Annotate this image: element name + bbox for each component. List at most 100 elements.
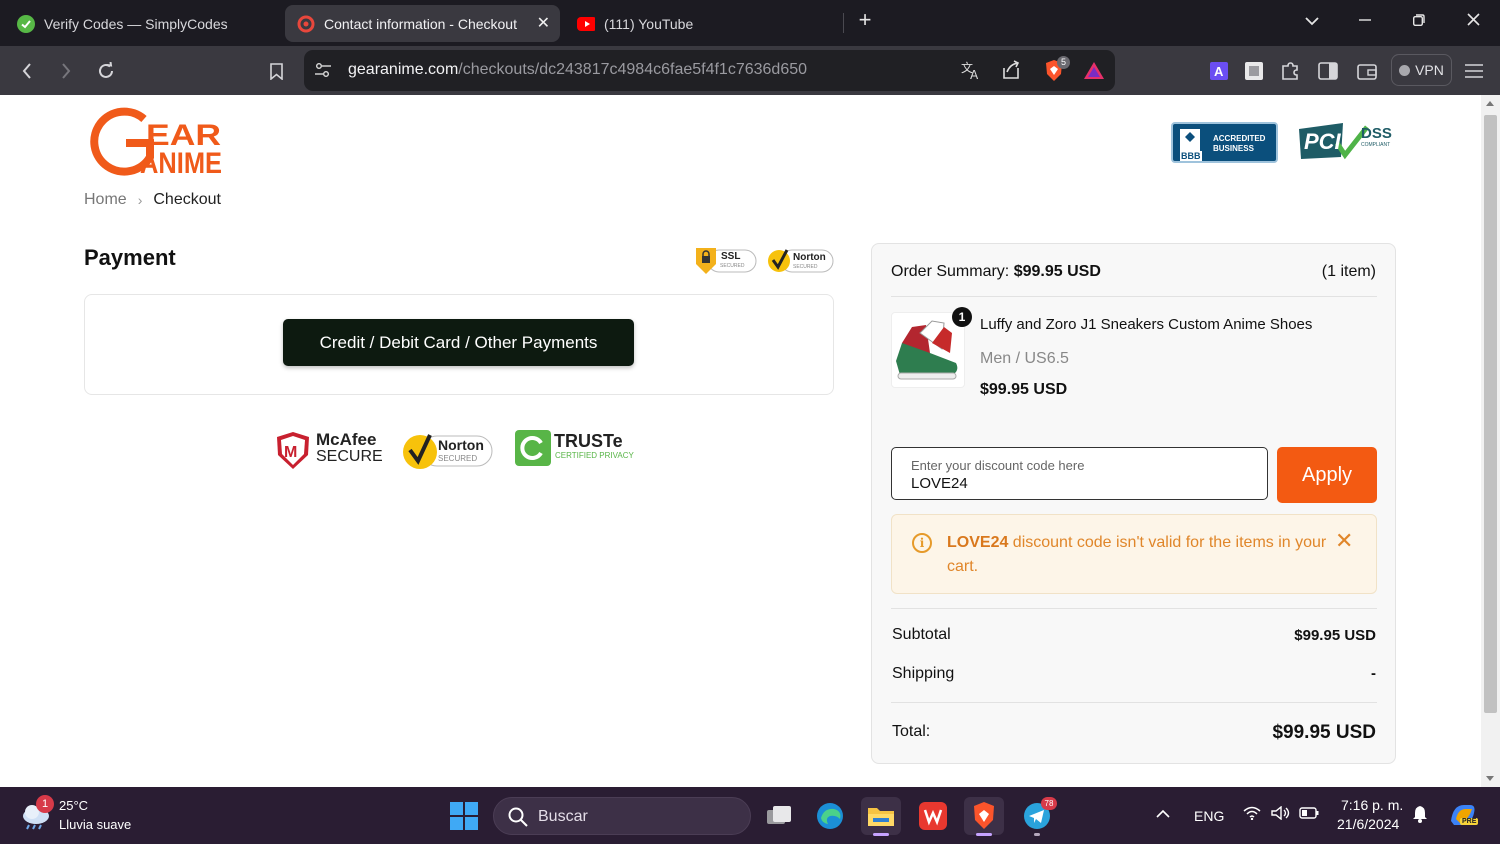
show-hidden-icons-chevron-icon[interactable] xyxy=(1156,806,1170,822)
pci-dss-badge[interactable]: PCI DSS COMPLIANT xyxy=(1297,121,1397,163)
page-scrollbar[interactable] xyxy=(1481,95,1500,787)
windows-taskbar: 1 25°C Lluvia suave Buscar 78 ENG 7:16 p… xyxy=(0,787,1500,844)
truste-icon xyxy=(515,430,551,466)
mcafee-shield-icon: M xyxy=(277,432,309,469)
order-summary-amount: $99.95 USD xyxy=(1013,263,1101,280)
weather-description[interactable]: Lluvia suave xyxy=(59,817,131,832)
brave-browser-icon[interactable] xyxy=(964,797,1004,836)
sidebar-toggle-icon[interactable] xyxy=(1315,58,1341,84)
language-indicator[interactable]: ENG xyxy=(1194,808,1224,824)
taskbar-search[interactable]: Buscar xyxy=(493,797,751,835)
wallet-icon[interactable] xyxy=(1354,58,1380,84)
restore-icon[interactable] xyxy=(1404,10,1434,31)
extension-a-icon[interactable]: A xyxy=(1206,58,1232,84)
credit-debit-card-button[interactable]: Credit / Debit Card / Other Payments xyxy=(283,319,634,366)
svg-text:A: A xyxy=(970,68,979,80)
tab-title: (111) YouTube xyxy=(604,15,694,32)
norton-label: Norton xyxy=(793,252,826,263)
shields-count-badge: 5 xyxy=(1057,56,1070,69)
divider xyxy=(891,702,1377,703)
tab-checkout[interactable]: Contact information - Checkout ✕ xyxy=(285,5,560,42)
order-summary-label: Order Summary: xyxy=(891,263,1010,280)
minimize-icon[interactable] xyxy=(1350,10,1380,31)
share-icon[interactable] xyxy=(1001,60,1021,85)
tab-simplycodes[interactable]: Verify Codes — SimplyCodes xyxy=(5,5,275,42)
truste-top: TRUSTe xyxy=(554,431,623,451)
tab-youtube[interactable]: (111) YouTube xyxy=(565,5,835,42)
gearanime-logo[interactable]: EAR ANIME xyxy=(88,107,228,180)
svg-text:A: A xyxy=(1214,64,1224,79)
divider xyxy=(891,608,1377,609)
telegram-badge: 78 xyxy=(1041,797,1057,810)
product-price: $99.95 USD xyxy=(980,381,1068,398)
copilot-icon[interactable]: PRE xyxy=(1448,801,1479,832)
translate-icon[interactable]: 文A xyxy=(961,60,983,85)
bookmark-icon[interactable] xyxy=(263,58,289,84)
alert-message: LOVE24 discount code isn't valid for the… xyxy=(947,531,1327,579)
extensions-puzzle-icon[interactable] xyxy=(1277,58,1303,84)
new-tab-icon[interactable]: + xyxy=(850,7,880,33)
svg-text:M: M xyxy=(284,444,297,461)
scroll-up-arrow-icon[interactable] xyxy=(1486,101,1494,106)
search-icon xyxy=(508,807,528,832)
product-variant: Men / US6.5 xyxy=(980,350,1069,367)
truste-bottom: CERTIFIED PRIVACY xyxy=(555,451,634,460)
running-indicator xyxy=(976,833,992,836)
apply-discount-button[interactable]: Apply xyxy=(1277,447,1377,503)
file-explorer-icon[interactable] xyxy=(861,797,901,836)
breadcrumb-current: Checkout xyxy=(153,191,221,208)
scroll-down-arrow-icon[interactable] xyxy=(1486,776,1494,781)
browser-tab-bar: Verify Codes — SimplyCodes Contact infor… xyxy=(0,0,1500,46)
divider xyxy=(891,296,1377,297)
reload-icon[interactable] xyxy=(93,58,119,84)
temperature[interactable]: 25°C xyxy=(59,798,88,813)
close-tab-icon[interactable]: ✕ xyxy=(537,13,550,33)
vpn-button[interactable]: VPN xyxy=(1391,54,1452,86)
breadcrumb-home[interactable]: Home xyxy=(84,191,127,209)
extension-image-icon[interactable] xyxy=(1241,58,1267,84)
task-view-icon[interactable] xyxy=(759,797,799,835)
search-placeholder: Buscar xyxy=(538,808,588,825)
discount-code-field[interactable]: Enter your discount code here LOVE24 xyxy=(891,447,1268,500)
ssl-sub: SECURED xyxy=(720,263,745,269)
address-bar[interactable]: gearanime.com/checkouts/dc243817c4984c6f… xyxy=(304,50,1115,91)
bbb-short: BBB xyxy=(1180,151,1202,161)
edge-browser-icon[interactable] xyxy=(810,797,850,835)
subtotal-value: $99.95 USD xyxy=(1294,627,1376,644)
payment-options-box: Credit / Debit Card / Other Payments xyxy=(84,294,834,395)
pci-dss-text: DSS xyxy=(1361,125,1392,142)
bbb-accredited-badge[interactable]: BBB ACCREDITED BUSINESS xyxy=(1171,122,1278,163)
menu-hamburger-icon[interactable] xyxy=(1461,58,1487,84)
site-settings-icon[interactable] xyxy=(314,62,332,83)
forward-icon[interactable] xyxy=(53,58,79,84)
info-icon: i xyxy=(912,533,932,553)
tab-separator xyxy=(843,13,844,33)
scrollbar-thumb[interactable] xyxy=(1484,115,1497,713)
total-value: $99.95 USD xyxy=(1272,722,1376,743)
tab-list-chevron-icon[interactable] xyxy=(1297,10,1327,31)
url-text[interactable]: gearanime.com/checkouts/dc243817c4984c6f… xyxy=(348,61,807,79)
norton-top: Norton xyxy=(438,437,484,453)
clock-date[interactable]: 21/6/2024 xyxy=(1337,816,1399,832)
order-summary: Order Summary: $99.95 USD (1 item) 1 Luf… xyxy=(871,243,1396,764)
wifi-icon[interactable] xyxy=(1243,806,1261,823)
simplycodes-check-icon xyxy=(17,14,35,33)
truste-privacy-badge: TRUSTe CERTIFIED PRIVACY xyxy=(515,430,647,472)
close-window-icon[interactable] xyxy=(1458,10,1488,31)
notifications-bell-icon[interactable] xyxy=(1412,805,1428,826)
volume-icon[interactable] xyxy=(1271,805,1291,823)
ssl-label: SSL xyxy=(721,251,741,262)
clock-time[interactable]: 7:16 p. m. xyxy=(1341,797,1403,813)
windows-start-icon[interactable] xyxy=(450,802,478,830)
discount-value[interactable]: LOVE24 xyxy=(911,475,968,492)
running-indicator xyxy=(1034,833,1040,836)
telegram-icon[interactable]: 78 xyxy=(1017,797,1057,836)
wps-office-icon[interactable] xyxy=(913,797,953,835)
shipping-label: Shipping xyxy=(892,665,955,682)
breadcrumb: Home › Checkout xyxy=(84,191,221,209)
battery-icon[interactable] xyxy=(1299,806,1319,823)
payment-heading: Payment xyxy=(84,245,176,270)
brave-rewards-icon[interactable] xyxy=(1083,61,1105,85)
back-icon[interactable] xyxy=(14,58,40,84)
close-alert-icon[interactable]: ✕ xyxy=(1335,528,1353,554)
